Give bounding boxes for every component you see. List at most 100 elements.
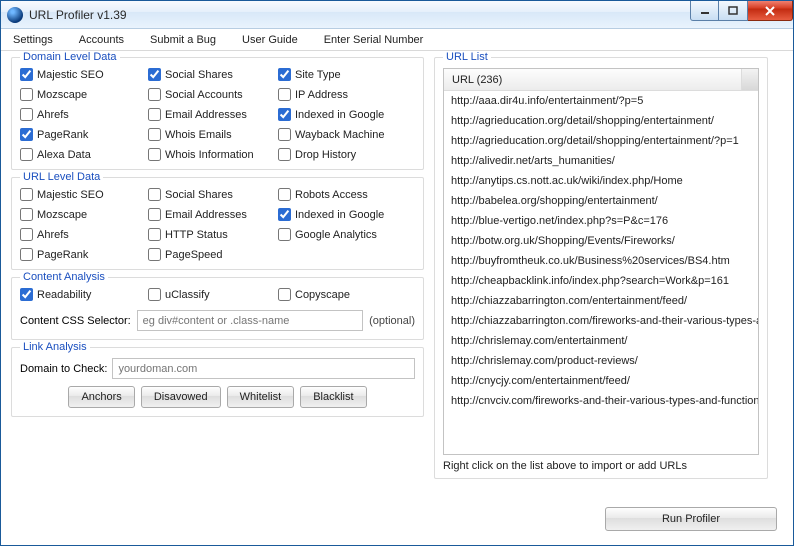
url-check-label: PageSpeed (165, 249, 223, 261)
url-check-checkbox[interactable] (148, 228, 161, 241)
domain-check-checkbox[interactable] (148, 68, 161, 81)
url-list-item[interactable]: http://chiazzabarrington.com/entertainme… (444, 291, 758, 311)
url-list-item[interactable]: http://botw.org.uk/Shopping/Events/Firew… (444, 231, 758, 251)
url-check-label: Robots Access (295, 189, 368, 201)
domain-check-label: IP Address (295, 89, 348, 101)
url-check-checkbox[interactable] (20, 208, 33, 221)
domain-level-title: Domain Level Data (20, 51, 120, 63)
titlebar[interactable]: URL Profiler v1.39 (1, 1, 793, 29)
url-check-label: PageRank (37, 249, 88, 261)
url-check-label: HTTP Status (165, 229, 228, 241)
domain-check-item: Social Shares (148, 68, 278, 81)
domain-check-label: Social Shares (165, 69, 233, 81)
content-check-checkbox[interactable] (20, 288, 33, 301)
domain-check-item: Drop History (278, 148, 413, 161)
domain-check-checkbox[interactable] (148, 148, 161, 161)
url-list-item[interactable]: http://buyfromtheuk.co.uk/Business%20ser… (444, 251, 758, 271)
domain-check-label: Social Accounts (165, 89, 243, 101)
domain-check-input[interactable] (112, 358, 415, 379)
url-list-group: URL List URL (236) http://aaa.dir4u.info… (434, 57, 768, 479)
content-check-label: uClassify (165, 289, 210, 301)
url-check-item: Email Addresses (148, 208, 278, 221)
content-check-checkbox[interactable] (278, 288, 291, 301)
domain-check-checkbox[interactable] (278, 68, 291, 81)
url-list-item[interactable]: http://aaa.dir4u.info/entertainment/?p=5 (444, 91, 758, 111)
css-selector-input[interactable] (137, 310, 363, 331)
domain-check-label: Whois Emails (165, 129, 232, 141)
domain-check-checkbox[interactable] (148, 88, 161, 101)
content-check-label: Copyscape (295, 289, 350, 301)
url-check-item: Majestic SEO (20, 188, 148, 201)
domain-check-checkbox[interactable] (278, 148, 291, 161)
url-list-item[interactable]: http://blue-vertigo.net/index.php?s=P&c=… (444, 211, 758, 231)
domain-check-item: Whois Information (148, 148, 278, 161)
menu-settings[interactable]: Settings (7, 32, 59, 48)
url-list-item[interactable]: http://cnycjy.com/entertainment/feed/ (444, 371, 758, 391)
minimize-button[interactable] (690, 1, 719, 21)
url-check-checkbox[interactable] (148, 208, 161, 221)
url-list-item[interactable]: http://anytips.cs.nott.ac.uk/wiki/index.… (444, 171, 758, 191)
domain-check-label: Indexed in Google (295, 109, 384, 121)
content-check-checkbox[interactable] (148, 288, 161, 301)
url-check-checkbox[interactable] (278, 208, 291, 221)
url-list-title: URL List (443, 51, 491, 63)
domain-level-group: Domain Level Data Majestic SEOSocial Sha… (11, 57, 424, 170)
domain-check-item: Majestic SEO (20, 68, 148, 81)
domain-check-checkbox[interactable] (278, 88, 291, 101)
link-whitelist-button[interactable]: Whitelist (227, 386, 295, 408)
domain-check-checkbox[interactable] (148, 108, 161, 121)
domain-check-item: Social Accounts (148, 88, 278, 101)
url-check-label: Email Addresses (165, 209, 247, 221)
url-list-header[interactable]: URL (236) (444, 69, 758, 91)
domain-check-checkbox[interactable] (20, 148, 33, 161)
url-list-item[interactable]: http://cnvciv.com/fireworks-and-their-va… (444, 391, 758, 411)
url-check-checkbox[interactable] (20, 228, 33, 241)
domain-check-checkbox[interactable] (20, 88, 33, 101)
url-level-title: URL Level Data (20, 171, 103, 183)
domain-check-item: Whois Emails (148, 128, 278, 141)
url-list-item[interactable]: http://chrislemay.com/entertainment/ (444, 331, 758, 351)
close-button[interactable] (748, 1, 793, 21)
link-disavowed-button[interactable]: Disavowed (141, 386, 221, 408)
domain-check-checkbox[interactable] (20, 68, 33, 81)
domain-check-label: Domain to Check: (20, 363, 107, 375)
url-list-body[interactable]: http://aaa.dir4u.info/entertainment/?p=5… (444, 91, 758, 454)
url-list-item[interactable]: http://cheapbacklink.info/index.php?sear… (444, 271, 758, 291)
link-analysis-group: Link Analysis Domain to Check: AnchorsDi… (11, 347, 424, 417)
url-check-checkbox[interactable] (20, 248, 33, 261)
maximize-button[interactable] (719, 1, 748, 21)
menubar: Settings Accounts Submit a Bug User Guid… (1, 29, 793, 51)
url-list-item[interactable]: http://babelea.org/shopping/entertainmen… (444, 191, 758, 211)
url-list-item[interactable]: http://agrieducation.org/detail/shopping… (444, 111, 758, 131)
domain-check-checkbox[interactable] (20, 128, 33, 141)
domain-check-checkbox[interactable] (278, 128, 291, 141)
link-anchors-button[interactable]: Anchors (68, 386, 134, 408)
menu-accounts[interactable]: Accounts (73, 32, 130, 48)
url-level-group: URL Level Data Majestic SEOSocial Shares… (11, 177, 424, 270)
run-profiler-button[interactable]: Run Profiler (605, 507, 777, 531)
content-check-item: Readability (20, 288, 148, 301)
url-check-checkbox[interactable] (148, 248, 161, 261)
domain-check-label: Whois Information (165, 149, 254, 161)
url-check-label: Google Analytics (295, 229, 377, 241)
url-list-item[interactable]: http://chiazzabarrington.com/fireworks-a… (444, 311, 758, 331)
menu-enter-serial[interactable]: Enter Serial Number (318, 32, 430, 48)
menu-user-guide[interactable]: User Guide (236, 32, 304, 48)
menu-submit-bug[interactable]: Submit a Bug (144, 32, 222, 48)
url-check-checkbox[interactable] (148, 188, 161, 201)
url-check-checkbox[interactable] (278, 188, 291, 201)
domain-check-checkbox[interactable] (278, 108, 291, 121)
domain-check-checkbox[interactable] (148, 128, 161, 141)
domain-check-item: Email Addresses (148, 108, 278, 121)
url-list-item[interactable]: http://chrislemay.com/product-reviews/ (444, 351, 758, 371)
url-list-box[interactable]: URL (236) http://aaa.dir4u.info/entertai… (443, 68, 759, 455)
content-check-item: Copyscape (278, 288, 413, 301)
url-list-item[interactable]: http://alivedir.net/arts_humanities/ (444, 151, 758, 171)
url-list-item[interactable]: http://agrieducation.org/detail/shopping… (444, 131, 758, 151)
url-check-checkbox[interactable] (278, 228, 291, 241)
url-check-checkbox[interactable] (20, 188, 33, 201)
domain-check-item: Wayback Machine (278, 128, 413, 141)
domain-check-checkbox[interactable] (20, 108, 33, 121)
link-blacklist-button[interactable]: Blacklist (300, 386, 366, 408)
css-optional-label: (optional) (369, 315, 415, 327)
